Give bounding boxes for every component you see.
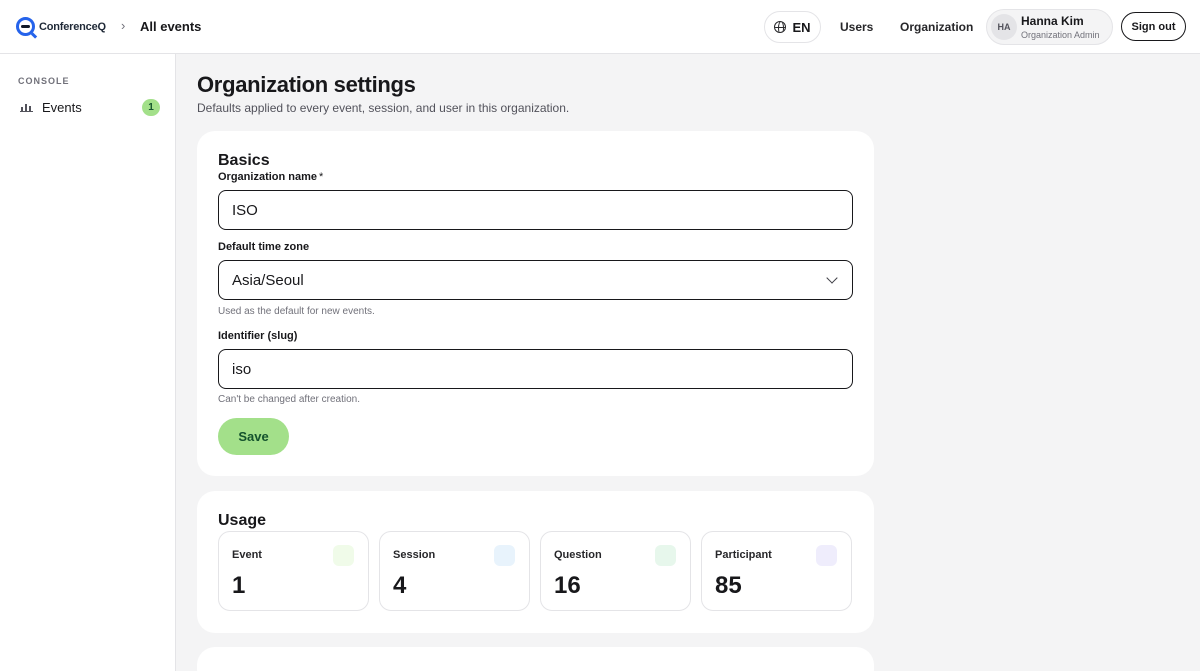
breadcrumb-all-events[interactable]: All events (140, 19, 201, 34)
sidebar-item-events[interactable]: Events 1 (16, 96, 160, 118)
org-name-label-text: Organization name (218, 171, 318, 183)
required-marker: * (319, 171, 324, 183)
page-title: Organization settings (197, 72, 416, 97)
sign-out-button[interactable]: Sign out (1121, 12, 1186, 41)
stat-value: 16 (554, 572, 581, 599)
sidebar-section-title: CONSOLE (18, 76, 70, 86)
user-name: Hanna Kim (1021, 14, 1084, 28)
logo-icon (16, 17, 35, 36)
language-button[interactable]: EN (764, 11, 821, 43)
user-menu[interactable]: HA Hanna Kim Organization Admin (986, 9, 1113, 45)
slug-help: Can't be changed after creation. (218, 394, 361, 405)
timezone-help: Used as the default for new events. (218, 306, 375, 317)
stat-label: Session (393, 549, 436, 561)
stat-icon (655, 545, 676, 566)
stat-icon (494, 545, 515, 566)
basics-card: Basics Organization name* Default time z… (197, 131, 874, 476)
stat-icon (816, 545, 837, 566)
stat-icon (333, 545, 354, 566)
logo-text: ConferenceQ (39, 20, 106, 33)
save-button[interactable]: Save (218, 418, 289, 455)
usage-heading: Usage (218, 512, 267, 529)
sidebar-item-label: Events (42, 99, 82, 115)
stat-label: Participant (715, 549, 772, 561)
page-subtitle: Defaults applied to every event, session… (197, 101, 570, 115)
chevron-down-icon (826, 271, 838, 284)
stat-value: 85 (715, 572, 742, 599)
logo[interactable]: ConferenceQ (16, 17, 106, 36)
timezone-label: Default time zone (218, 241, 310, 253)
stat-label: Event (232, 549, 262, 561)
chevron-right-icon: › (121, 18, 126, 33)
user-role: Organization Admin (1021, 30, 1100, 40)
org-name-label: Organization name * (218, 171, 323, 183)
stat-question: Question 16 (540, 531, 691, 611)
stat-participant: Participant 85 (701, 531, 852, 611)
slug-label: Identifier (slug) (218, 330, 298, 342)
stat-session: Session 4 (379, 531, 530, 611)
timezone-select[interactable]: Asia/Seoul (218, 260, 853, 300)
usage-card: Usage Event 1 Session 4 Question 16 Part… (197, 491, 874, 633)
org-name-input[interactable] (218, 190, 853, 230)
avatar: HA (991, 14, 1017, 40)
nav-users[interactable]: Users (840, 20, 873, 34)
nav-organization[interactable]: Organization (900, 20, 973, 34)
stat-value: 4 (393, 572, 407, 599)
globe-icon (774, 21, 787, 33)
top-header: ConferenceQ › All events EN Users Organi… (0, 0, 1200, 54)
timezone-value: Asia/Seoul (232, 271, 304, 289)
basics-heading: Basics (218, 152, 270, 169)
slug-input[interactable] (218, 349, 853, 389)
chart-icon (20, 102, 34, 112)
next-card (197, 647, 874, 671)
sidebar: CONSOLE Events 1 (0, 54, 176, 671)
stat-event: Event 1 (218, 531, 369, 611)
stat-label: Question (554, 549, 602, 561)
stat-value: 1 (232, 572, 246, 599)
count-badge: 1 (142, 98, 160, 116)
language-label: EN (792, 19, 811, 35)
